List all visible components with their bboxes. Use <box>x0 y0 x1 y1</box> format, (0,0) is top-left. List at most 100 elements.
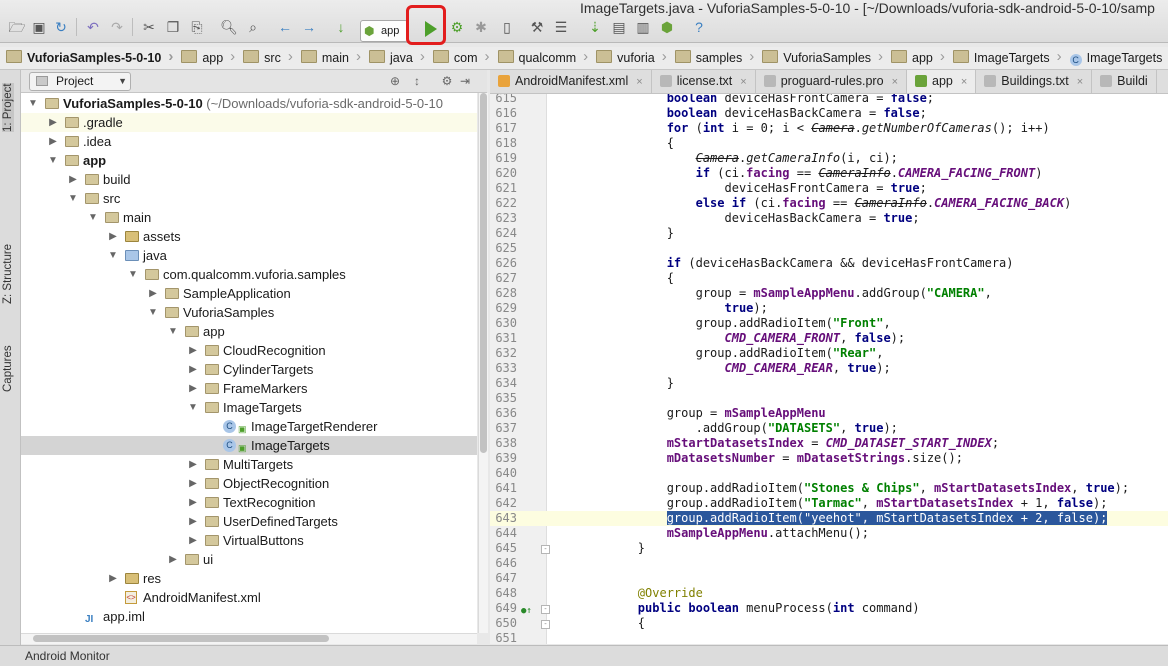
tree-item[interactable]: ▶ res <box>21 569 477 588</box>
editor-tab[interactable]: license.txt × <box>652 70 756 93</box>
fold-toggle-icon[interactable]: - <box>541 620 550 629</box>
code-editor[interactable]: 615 boolean deviceHasFrontCamera = false… <box>490 94 1168 644</box>
expand-arrow-icon[interactable]: ▼ <box>167 322 179 341</box>
tree-item[interactable]: ▼ app <box>21 151 477 170</box>
expand-arrow-icon[interactable]: ▼ <box>107 246 119 265</box>
close-tab-icon[interactable]: × <box>961 76 967 88</box>
breadcrumb-item[interactable]: C ImageTargets <box>1064 47 1168 69</box>
redo-icon[interactable]: ↷ <box>106 16 128 38</box>
collapse-arrow-icon[interactable]: ▶ <box>187 493 199 512</box>
close-tab-icon[interactable]: × <box>892 76 898 88</box>
collapse-arrow-icon[interactable]: ▶ <box>147 284 159 303</box>
sdk-manager-icon[interactable]: ▥ <box>632 16 654 38</box>
help-icon[interactable]: ? <box>688 16 710 38</box>
expand-arrow-icon[interactable]: ▼ <box>147 303 159 322</box>
fold-toggle-icon[interactable]: - <box>541 545 550 554</box>
save-all-icon[interactable]: ▣ <box>28 16 50 38</box>
open-folder-icon[interactable]: 🗁 <box>6 16 28 38</box>
device-icon[interactable]: ▯ <box>496 16 518 38</box>
collapse-arrow-icon[interactable]: ▶ <box>187 512 199 531</box>
debug-icon[interactable]: ⚙ <box>446 16 468 38</box>
tree-vertical-scrollbar[interactable] <box>478 93 488 633</box>
tab-captures[interactable]: Captures <box>2 345 14 392</box>
editor-tab[interactable]: AndroidManifest.xml × <box>490 70 652 93</box>
scroll-from-source-icon[interactable]: ⊕ <box>387 73 403 89</box>
gradle-sync-icon[interactable]: ⇣ <box>584 16 606 38</box>
replace-icon[interactable]: ⌕ <box>242 16 264 38</box>
tree-item[interactable]: ▼ main <box>21 208 477 227</box>
find-icon[interactable]: 🔍︎ <box>218 16 240 38</box>
collapse-arrow-icon[interactable]: ▶ <box>187 474 199 493</box>
tree-item[interactable]: ▶ assets <box>21 227 477 246</box>
collapse-arrow-icon[interactable]: ▶ <box>67 170 79 189</box>
expand-arrow-icon[interactable]: ▼ <box>47 151 59 170</box>
make-project-icon[interactable]: ↓ <box>330 16 352 38</box>
tree-item[interactable]: ▼ com.qualcomm.vuforia.samples <box>21 265 477 284</box>
collapse-arrow-icon[interactable]: ▶ <box>107 227 119 246</box>
expand-arrow-icon[interactable]: ▼ <box>67 189 79 208</box>
tree-item[interactable]: ▼ java <box>21 246 477 265</box>
breadcrumb-item[interactable]: VuforiaSamples <box>756 47 885 69</box>
tree-item[interactable]: ▼ VuforiaSamples <box>21 303 477 322</box>
tree-item[interactable]: ▼ ImageTargets <box>21 398 477 417</box>
attach-debugger-icon[interactable]: ✱ <box>470 16 492 38</box>
breadcrumb-item[interactable]: main <box>295 47 363 69</box>
tree-item[interactable]: ▶ .idea <box>21 132 477 151</box>
tree-horizontal-scrollbar[interactable] <box>21 633 477 644</box>
breadcrumb-item[interactable]: src <box>237 47 295 69</box>
tree-item[interactable]: ▼ VuforiaSamples-5-0-10 (~/Downloads/vufo… <box>21 94 477 113</box>
undo-icon[interactable]: ↶ <box>82 16 104 38</box>
editor-tab[interactable]: app × <box>907 70 977 93</box>
tree-item[interactable]: <> AndroidManifest.xml <box>21 588 477 607</box>
collapse-arrow-icon[interactable]: ▶ <box>47 132 59 151</box>
tree-item[interactable]: ▣ C ImageTargets <box>21 436 477 455</box>
collapse-arrow-icon[interactable]: ▶ <box>187 379 199 398</box>
breadcrumb-item[interactable]: VuforiaSamples-5-0-10 <box>0 47 175 69</box>
breadcrumb-item[interactable]: app <box>175 47 237 69</box>
breadcrumb-item[interactable]: samples <box>669 47 757 69</box>
tree-item[interactable]: ▶ MultiTargets <box>21 455 477 474</box>
expand-arrow-icon[interactable]: ▼ <box>87 208 99 227</box>
forward-icon[interactable]: → <box>298 16 320 38</box>
breadcrumb-item[interactable]: ImageTargets <box>947 47 1064 69</box>
collapse-all-icon[interactable]: ↕ <box>409 73 425 89</box>
tree-item[interactable]: ▶ CylinderTargets <box>21 360 477 379</box>
run-icon[interactable] <box>425 21 437 37</box>
android-monitor-tab[interactable]: Android Monitor <box>25 649 110 663</box>
sync-icon[interactable]: ↻ <box>50 16 72 38</box>
tree-item[interactable]: ▼ app <box>21 322 477 341</box>
breadcrumb-item[interactable]: java <box>363 47 427 69</box>
gear-icon[interactable]: ⚙ <box>439 73 455 89</box>
collapse-arrow-icon[interactable]: ▶ <box>187 341 199 360</box>
collapse-arrow-icon[interactable]: ▶ <box>187 360 199 379</box>
tree-item[interactable]: ▶ CloudRecognition <box>21 341 477 360</box>
close-tab-icon[interactable]: × <box>1077 76 1083 88</box>
tree-item[interactable]: ▶ VirtualButtons <box>21 531 477 550</box>
tree-item[interactable]: ▶ build <box>21 170 477 189</box>
paste-icon[interactable]: ⎘ <box>186 16 208 38</box>
hide-panel-icon[interactable]: ⇥ <box>457 73 473 89</box>
tree-item[interactable]: ▶ ObjectRecognition <box>21 474 477 493</box>
expand-arrow-icon[interactable]: ▼ <box>27 94 39 113</box>
expand-arrow-icon[interactable]: ▼ <box>127 265 139 284</box>
avd-manager-icon[interactable]: ▤ <box>608 16 630 38</box>
expand-arrow-icon[interactable]: ▼ <box>187 398 199 417</box>
cut-icon[interactable]: ✂ <box>138 16 160 38</box>
collapse-arrow-icon[interactable]: ▶ <box>107 569 119 588</box>
collapse-arrow-icon[interactable]: ▶ <box>187 531 199 550</box>
collapse-arrow-icon[interactable]: ▶ <box>47 113 59 132</box>
tree-item[interactable]: ▶ TextRecognition <box>21 493 477 512</box>
tree-item[interactable]: ▶ ui <box>21 550 477 569</box>
android-monitor-icon[interactable]: ⬢ <box>656 16 678 38</box>
collapse-arrow-icon[interactable]: ▶ <box>167 550 179 569</box>
tree-item[interactable]: ▶ UserDefinedTargets <box>21 512 477 531</box>
breadcrumb-item[interactable]: vuforia <box>590 47 669 69</box>
fold-toggle-icon[interactable]: - <box>541 605 550 614</box>
project-structure-icon[interactable]: ⚒ <box>526 16 548 38</box>
breadcrumb-item[interactable]: app <box>885 47 947 69</box>
settings-icon[interactable]: ☰ <box>550 16 572 38</box>
editor-tab[interactable]: Buildi <box>1092 70 1157 93</box>
close-tab-icon[interactable]: × <box>740 76 746 88</box>
tree-item[interactable]: ▣ C ImageTargetRenderer <box>21 417 477 436</box>
tree-item[interactable]: ▶ .gradle <box>21 113 477 132</box>
